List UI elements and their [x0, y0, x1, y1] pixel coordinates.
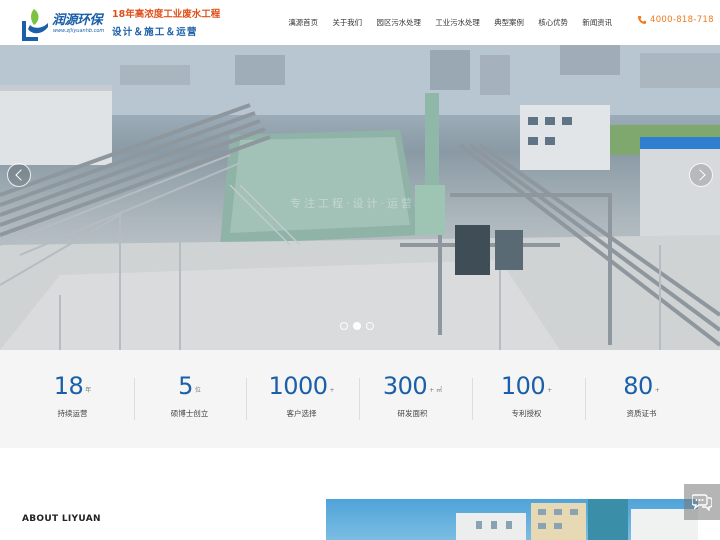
stat-label: 资质证书 — [626, 409, 657, 418]
carousel-dots — [340, 322, 374, 330]
nav-item-park-sewage[interactable]: 园区污水处理 — [377, 17, 421, 28]
stat-unit: + — [329, 387, 335, 394]
carousel-dot-2[interactable] — [353, 322, 361, 330]
hero-banner: 专注工程·设计·运营 — [0, 45, 720, 350]
about-title: ABOUT LIYUAN — [22, 514, 101, 524]
carousel-prev-button[interactable] — [7, 163, 31, 187]
slogan: 18年高浓度工业废水工程 设计＆施工＆运营 — [112, 6, 220, 38]
stat-unit: 年 — [85, 387, 92, 394]
phone-number: 4000-818-718 — [650, 15, 714, 25]
stat-label: 持续运营 — [57, 409, 88, 418]
stat-label: 研发面积 — [397, 409, 428, 418]
chat-icon — [692, 494, 712, 511]
stat-clients: 1000 + 客户选择 — [245, 350, 358, 448]
stat-unit: + — [654, 387, 660, 394]
stat-value: 80 — [623, 372, 653, 400]
stat-founders: 5位 硕博士创立 — [133, 350, 246, 448]
stat-patents: 100 + 专利授权 — [470, 350, 583, 448]
stat-value: 18 — [53, 372, 84, 400]
stats-bar: 18 年 持续运营 5位 硕博士创立 1000 + 客户选择 300 + ㎡ 研发面积… — [0, 350, 720, 448]
logo-url: www.zjliyuanhb.com — [53, 28, 105, 34]
stat-label: 硕博士创立 — [170, 409, 209, 418]
slogan-line-2: 设计＆施工＆运营 — [112, 27, 198, 38]
leaf-logo-icon — [22, 9, 48, 41]
site-header: 润源环保 www.zjliyuanhb.com 18年高浓度工业废水工程 设计＆… — [0, 0, 720, 45]
nav-item-industrial-sewage[interactable]: 工业污水处理 — [435, 17, 479, 28]
carousel-dot-1[interactable] — [340, 322, 348, 330]
stat-unit: + — [547, 387, 553, 394]
chat-float-button[interactable] — [684, 484, 720, 520]
stat-value: 300 — [382, 372, 428, 400]
stat-years: 18 年 持续运营 — [16, 350, 129, 448]
carousel-dot-3[interactable] — [366, 322, 374, 330]
stat-label: 客户选择 — [286, 409, 317, 418]
phone-icon — [638, 16, 646, 24]
slogan-line-1: 18年高浓度工业废水工程 — [112, 9, 221, 20]
stat-unit: + ㎡ — [429, 387, 443, 394]
stat-rd-area: 300 + ㎡ 研发面积 — [356, 350, 469, 448]
stat-value: 100 — [500, 372, 546, 400]
hero-watermark: 专注工程·设计·运营 — [290, 197, 415, 210]
nav-item-about[interactable]: 关于我们 — [332, 17, 362, 28]
nav-item-cases[interactable]: 典型案例 — [494, 17, 524, 28]
stat-value: 1000 — [268, 372, 328, 400]
main-nav: 漓源首页 关于我们 园区污水处理 工业污水处理 典型案例 核心优势 新闻资讯 — [274, 17, 612, 28]
nav-item-news[interactable]: 新闻资讯 — [582, 17, 612, 28]
nav-item-advantages[interactable]: 核心优势 — [538, 17, 568, 28]
logo-name: 润源环保 — [52, 13, 103, 28]
stat-certificates: 80 + 资质证书 — [585, 350, 698, 448]
nav-item-home[interactable]: 漓源首页 — [288, 17, 318, 28]
phone-contact[interactable]: 4000-818-718 — [637, 15, 714, 25]
stat-unit: 位 — [194, 387, 201, 394]
stat-value: 5 — [178, 372, 193, 400]
logo[interactable]: 润源环保 www.zjliyuanhb.com — [20, 5, 104, 41]
about-image — [326, 499, 698, 540]
carousel-next-button[interactable] — [689, 163, 713, 187]
building-illustration — [456, 499, 698, 540]
stat-label: 专利授权 — [511, 409, 542, 418]
